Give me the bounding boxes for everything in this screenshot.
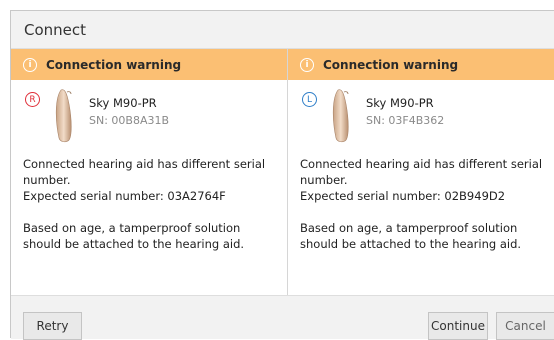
tamperproof-text: Based on age, a tamperproof solution sho… bbox=[23, 221, 245, 251]
warning-message: Connected hearing aid has different seri… bbox=[288, 156, 554, 252]
retry-button[interactable]: Retry bbox=[23, 312, 82, 340]
left-side-badge: L bbox=[302, 92, 317, 107]
serial-mismatch-text: Connected hearing aid has different seri… bbox=[300, 157, 543, 187]
hearing-aid-icon bbox=[51, 86, 75, 148]
expected-serial-text: Expected serial number: 02B949D2 bbox=[300, 189, 506, 203]
connection-warning-label: Connection warning bbox=[46, 57, 182, 72]
device-model: Sky M90-PR bbox=[89, 96, 157, 110]
warning-icon: i bbox=[300, 57, 314, 72]
dialog-footer: Retry Continue Cancel bbox=[11, 295, 554, 340]
device-model: Sky M90-PR bbox=[366, 96, 434, 110]
connection-warning-bar: i Connection warning bbox=[11, 49, 287, 80]
connection-warning-bar: i Connection warning bbox=[288, 49, 554, 80]
device-serial: SN: 03F4B362 bbox=[366, 114, 445, 127]
warning-message: Connected hearing aid has different seri… bbox=[11, 156, 287, 252]
device-info: R Sky M90-PR SN: 00B8A31B bbox=[11, 80, 287, 156]
dialog-title: Connect bbox=[11, 11, 554, 49]
continue-button[interactable]: Continue bbox=[428, 312, 488, 340]
cancel-button[interactable]: Cancel bbox=[496, 312, 554, 340]
device-column-left-ear: i Connection warning L Sky M90-PR SN: 03… bbox=[288, 49, 554, 295]
connect-dialog: Connect i Connection warning R Sky M90-P… bbox=[10, 10, 554, 340]
expected-serial-text: Expected serial number: 03A2764F bbox=[23, 189, 226, 203]
right-side-badge: R bbox=[25, 92, 40, 107]
serial-mismatch-text: Connected hearing aid has different seri… bbox=[23, 157, 266, 187]
device-column-right-ear: i Connection warning R Sky M90-PR SN: 00… bbox=[11, 49, 288, 295]
connection-warning-label: Connection warning bbox=[323, 57, 459, 72]
hearing-aid-icon bbox=[328, 86, 352, 148]
tamperproof-text: Based on age, a tamperproof solution sho… bbox=[300, 221, 522, 251]
device-info: L Sky M90-PR SN: 03F4B362 bbox=[288, 80, 554, 156]
warning-icon: i bbox=[23, 57, 37, 72]
device-columns: i Connection warning R Sky M90-PR SN: 00… bbox=[11, 49, 554, 295]
device-serial: SN: 00B8A31B bbox=[89, 114, 170, 127]
